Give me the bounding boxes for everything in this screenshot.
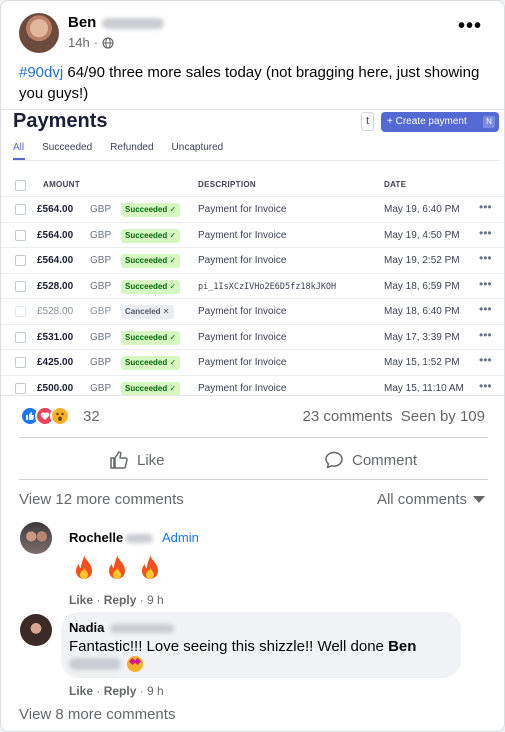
- column-amount: AMOUNT: [43, 180, 80, 189]
- post-image-payments[interactable]: Payments t + Create payment N All Succeed…: [1, 109, 504, 396]
- row-menu-icon: •••: [479, 251, 492, 265]
- status-badge: Succeeded ✓: [121, 203, 181, 217]
- globe-icon: [102, 36, 114, 49]
- status-badge: Succeeded ✓: [121, 330, 181, 345]
- status-badge: Succeeded ✓: [121, 254, 181, 268]
- row-checkbox: [15, 306, 26, 317]
- post-stats: 23 comments Seen by 109: [303, 408, 485, 425]
- post-meta: 14h ·: [68, 35, 114, 50]
- status-badge: Succeeded ✓: [121, 381, 181, 395]
- mention-link[interactable]: Ben: [388, 638, 416, 655]
- view-more-comments-link[interactable]: View 12 more comments: [19, 491, 184, 508]
- row-menu-icon: •••: [479, 378, 492, 393]
- row-checkbox: [15, 331, 26, 343]
- status-badge: Succeeded ✓: [121, 356, 181, 370]
- table-row: £425.00 GBP Succeeded ✓ Payment for Invo…: [1, 349, 504, 375]
- blurred-surname: [125, 534, 154, 544]
- column-description: DESCRIPTION: [198, 180, 256, 189]
- divider: [19, 437, 488, 438]
- more-options-icon[interactable]: •••: [458, 16, 482, 36]
- like-button[interactable]: Like: [109, 449, 165, 471]
- comment-like-link[interactable]: Like: [69, 593, 93, 607]
- row-menu-icon: •••: [479, 327, 492, 342]
- fire-icon: [142, 555, 158, 579]
- payments-title: Payments: [13, 110, 108, 132]
- comments-count[interactable]: 23 comments: [303, 408, 393, 425]
- status-badge: Canceled ✕: [121, 305, 174, 319]
- fire-icon: [109, 555, 125, 579]
- blurred-surname: [110, 624, 175, 634]
- divider: [19, 479, 488, 480]
- tab-uncaptured: Uncaptured: [171, 142, 224, 153]
- post-card: Ben 14h · ••• #90dvj 64/90 three more sa…: [0, 0, 505, 732]
- comment-filter-dropdown[interactable]: All comments: [377, 491, 485, 508]
- commenter-avatar[interactable]: [20, 522, 52, 554]
- reaction-count[interactable]: 32: [83, 408, 100, 425]
- wow-reaction-icon: [50, 406, 70, 426]
- select-all-checkbox: [15, 180, 26, 191]
- comment-time[interactable]: 9 h: [147, 593, 164, 607]
- table-row: £528.00 GBP Succeeded ✓ pi_1IsXCzIVHo2E6…: [1, 272, 504, 299]
- row-checkbox: [15, 357, 26, 368]
- row-menu-icon: •••: [479, 276, 492, 291]
- status-badge: Succeeded ✓: [121, 279, 181, 294]
- row-checkbox: [15, 280, 26, 292]
- table-row: £531.00 GBP Succeeded ✓ Payment for Invo…: [1, 323, 504, 350]
- row-menu-icon: •••: [479, 353, 492, 367]
- hashtag-link[interactable]: #90dvj: [19, 64, 63, 81]
- caret-down-icon: [473, 496, 485, 503]
- create-payment-button: + Create payment N: [381, 112, 499, 132]
- row-checkbox: [15, 204, 26, 215]
- comment-actions: Like · Reply · 9 h: [69, 593, 164, 607]
- row-menu-icon: •••: [479, 302, 492, 316]
- comment-time[interactable]: 9 h: [147, 684, 164, 698]
- table-row: £564.00 GBP Succeeded ✓ Payment for Invo…: [1, 247, 504, 273]
- comment-text: Fantastic!!! Love seeing this shizzle!! …: [69, 638, 417, 655]
- status-badge: Succeeded ✓: [121, 228, 181, 243]
- post-time[interactable]: 14h: [68, 35, 90, 50]
- comment-button[interactable]: Comment: [324, 449, 417, 471]
- row-menu-icon: •••: [479, 225, 492, 240]
- tab-succeeded: Succeeded: [42, 142, 93, 153]
- admin-badge: Admin: [162, 530, 199, 545]
- fire-icon: [76, 555, 92, 579]
- column-date: DATE: [384, 180, 407, 189]
- table-row: £528.00 GBP Canceled ✕ Payment for Invoi…: [1, 298, 504, 324]
- thumbs-up-icon: [110, 451, 128, 469]
- tab-refunded: Refunded: [110, 142, 154, 153]
- table-row: £564.00 GBP Succeeded ✓ Payment for Invo…: [1, 221, 504, 248]
- comment-reply-link[interactable]: Reply: [104, 684, 137, 698]
- table-row: £564.00 GBP Succeeded ✓ Payment for Invo…: [1, 196, 504, 222]
- row-checkbox: [15, 382, 26, 394]
- commenter-name[interactable]: Rochelle: [69, 530, 154, 545]
- seen-by[interactable]: Seen by 109: [401, 408, 485, 425]
- comment-actions: Like · Reply · 9 h: [69, 684, 164, 698]
- comment-like-link[interactable]: Like: [69, 684, 93, 698]
- table-header: AMOUNT DESCRIPTION DATE: [1, 174, 504, 196]
- commenter-avatar[interactable]: [20, 614, 52, 646]
- row-checkbox: [15, 229, 26, 241]
- tabs-divider: [13, 160, 499, 161]
- row-checkbox: [15, 255, 26, 266]
- comment-icon: [325, 451, 343, 469]
- payments-rows: £564.00 GBP Succeeded ✓ Payment for Invo…: [1, 196, 504, 395]
- row-menu-icon: •••: [479, 200, 492, 214]
- table-row: £500.00 GBP Succeeded ✓ Payment for Invo…: [1, 374, 504, 395]
- commenter-name[interactable]: Nadia: [69, 620, 175, 635]
- star-struck-emoji-icon: [127, 656, 143, 672]
- payments-tabs: All Succeeded Refunded Uncaptured: [13, 142, 223, 153]
- keyboard-shortcut-t: t: [361, 112, 374, 131]
- author-avatar[interactable]: [19, 13, 59, 53]
- view-more-comments-bottom-link[interactable]: View 8 more comments: [19, 706, 175, 723]
- blurred-surname: [102, 17, 165, 29]
- tab-all: All: [13, 142, 25, 153]
- blurred-mention: [69, 658, 121, 670]
- comment-reply-link[interactable]: Reply: [104, 593, 137, 607]
- author-name[interactable]: Ben: [68, 14, 165, 31]
- reaction-icons[interactable]: [20, 406, 70, 426]
- comment-fire-emojis: [69, 553, 165, 583]
- post-text: #90dvj 64/90 three more sales today (not…: [19, 64, 480, 102]
